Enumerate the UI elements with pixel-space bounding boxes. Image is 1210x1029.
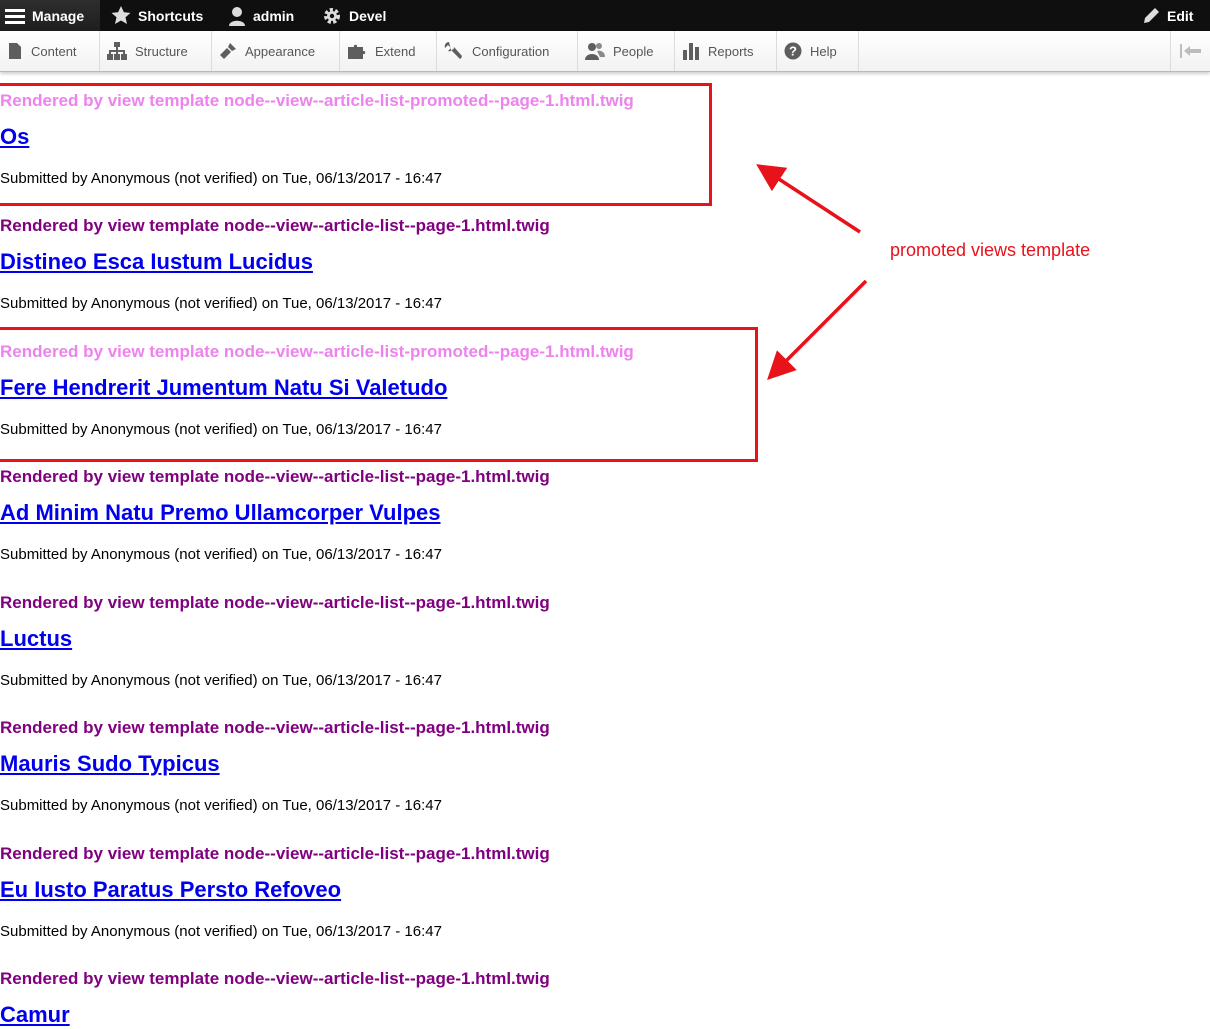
tray-item-label: People	[613, 43, 654, 59]
shortcuts-label: Shortcuts	[138, 7, 204, 24]
tray-item-label: Configuration	[472, 43, 550, 59]
annotation-arrows	[756, 164, 868, 380]
gear-icon	[324, 7, 340, 24]
tray-item-configuration[interactable]: Configuration	[437, 31, 578, 71]
page-content: Rendered by view template node--view--ar…	[0, 0, 1210, 1029]
admin-toolbar: Manage Shortcuts admin Devel Edit	[0, 0, 1210, 31]
bar-chart-icon	[683, 43, 699, 60]
tray-orientation-toggle[interactable]	[1170, 31, 1210, 71]
tray-item-people[interactable]: People	[578, 31, 675, 71]
arrow-to-second-box	[767, 279, 868, 380]
tray-item-extend[interactable]: Extend	[340, 31, 437, 71]
file-icon	[9, 43, 21, 59]
edit-button[interactable]: Edit	[1142, 0, 1193, 31]
help-icon: ?	[784, 42, 802, 60]
manage-button[interactable]: Manage	[0, 0, 100, 31]
pencil-icon	[1144, 7, 1159, 23]
paintbrush-icon	[220, 43, 236, 59]
tray-item-appearance[interactable]: Appearance	[212, 31, 340, 71]
people-icon	[585, 43, 605, 60]
collapse-left-icon	[1179, 44, 1201, 58]
user-label: admin	[253, 7, 295, 24]
tray-item-label: Structure	[135, 43, 188, 59]
admin-tray: Content Structure Appearance Extend Conf…	[0, 31, 1210, 72]
tray-item-label: Help	[810, 43, 837, 59]
wrench-icon	[444, 42, 462, 59]
hamburger-icon	[5, 8, 25, 24]
shortcuts-button[interactable]: Shortcuts	[111, 0, 203, 31]
devel-label: Devel	[349, 7, 387, 24]
annotation-label: promoted views template	[890, 240, 1091, 260]
tray-item-label: Appearance	[245, 43, 316, 59]
arrow-to-first-box	[756, 164, 861, 234]
tray-item-structure[interactable]: Structure	[100, 31, 212, 71]
sitemap-icon	[107, 42, 127, 60]
user-icon	[229, 6, 245, 26]
puzzle-icon	[348, 44, 366, 59]
tray-item-help[interactable]: ? Help	[777, 31, 859, 71]
edit-label: Edit	[1167, 7, 1194, 24]
tray-item-content[interactable]: Content	[0, 31, 100, 71]
tray-item-reports[interactable]: Reports	[675, 31, 777, 71]
manage-label: Manage	[32, 7, 85, 24]
devel-button[interactable]: Devel	[322, 0, 386, 31]
user-button[interactable]: admin	[228, 0, 294, 31]
tray-item-label: Reports	[708, 43, 754, 59]
star-icon	[111, 6, 131, 24]
svg-text:?: ?	[789, 44, 797, 59]
tray-item-label: Extend	[375, 43, 416, 59]
tray-item-label: Content	[31, 43, 77, 59]
